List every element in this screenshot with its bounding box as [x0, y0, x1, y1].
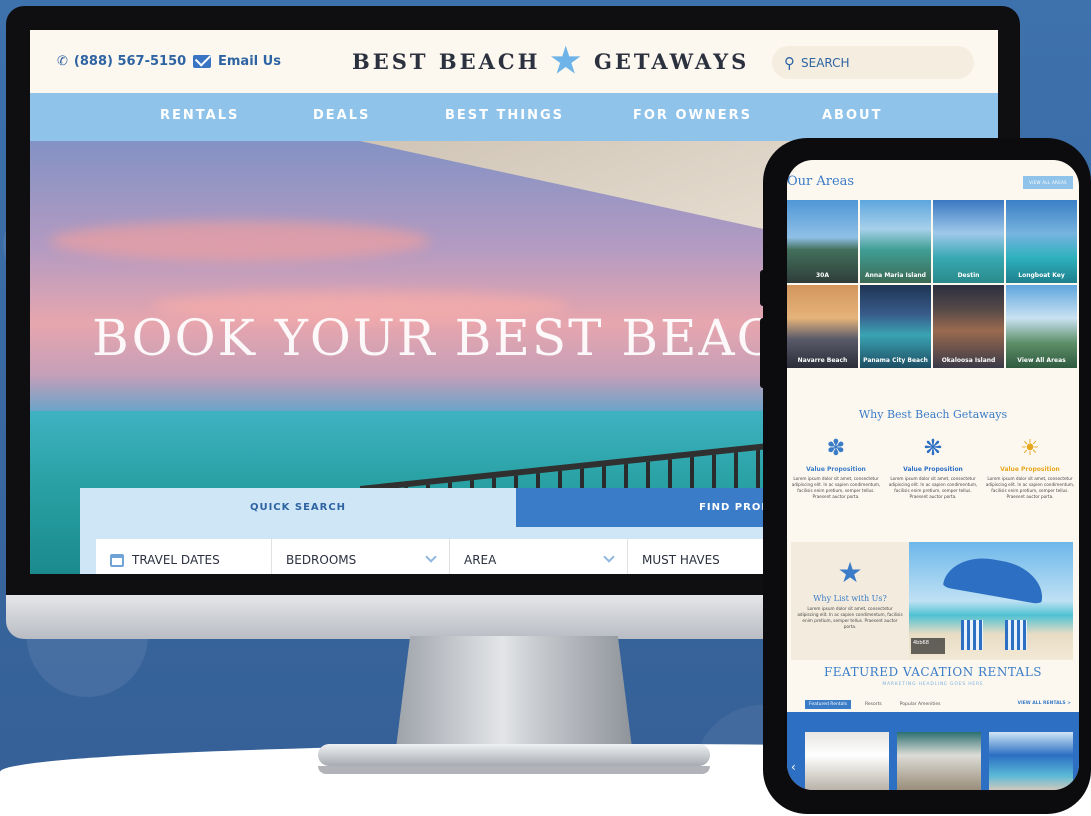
value-prop-text: Lorem ipsum dolor sit amet, consectetur … [888, 476, 978, 499]
area-tile-label: Okaloosa Island [941, 357, 996, 364]
value-prop-title: Value Proposition [806, 466, 866, 473]
tab-featured-rentals[interactable]: Featured Rentals [805, 699, 851, 709]
mobile-screen: Our Areas VIEW ALL AREAS 30A Anna Maria … [787, 160, 1079, 790]
starfish-logo-icon: ★ [550, 41, 584, 81]
chevron-left-icon[interactable]: ‹ [791, 760, 796, 774]
nav-rentals[interactable]: RENTALS [160, 108, 239, 123]
rentals-carousel: ‹ [787, 712, 1079, 790]
area-tile[interactable]: Destin [933, 200, 1004, 283]
email-link[interactable]: Email Us [193, 54, 281, 69]
bedrooms-label: BEDROOMS [286, 553, 357, 567]
tab-resorts[interactable]: Resorts [861, 700, 886, 709]
travel-dates-field[interactable]: TRAVEL DATES [96, 539, 272, 574]
crab-icon: ✽ [826, 436, 846, 461]
bedrooms-select[interactable]: BEDROOMS [272, 539, 450, 574]
area-tile-label: 30A [816, 272, 829, 279]
area-tile[interactable]: View All Areas [1006, 285, 1077, 368]
monitor-stand [396, 636, 632, 748]
areas-header: Our Areas VIEW ALL AREAS [787, 174, 1079, 194]
must-haves-label: MUST HAVES [642, 553, 720, 567]
list-with-us-title: Why List with Us? [813, 594, 887, 603]
area-select[interactable]: AREA [450, 539, 628, 574]
rental-card[interactable] [897, 732, 981, 790]
area-tile[interactable]: Navarre Beach [787, 285, 858, 368]
area-tile[interactable]: Longboat Key [1006, 200, 1077, 283]
areas-grid: 30A Anna Maria Island Destin Longboat Ke… [787, 200, 1079, 368]
area-label: AREA [464, 553, 497, 567]
main-nav: RENTALS DEALS BEST THINGS FOR OWNERS ABO… [30, 93, 998, 141]
phone-number: (888) 567-5150 [73, 54, 187, 69]
beach-photo: 4bb68 [909, 542, 1073, 660]
area-tile-label: View All Areas [1017, 357, 1066, 364]
area-tile[interactable]: Okaloosa Island [933, 285, 1004, 368]
photo-badge: 4bb68 [911, 638, 945, 654]
value-prop-title: Value Proposition [1000, 466, 1060, 473]
nav-for-owners[interactable]: FOR OWNERS [633, 108, 752, 123]
area-tile[interactable]: 30A [787, 200, 858, 283]
list-with-us-card[interactable]: ★ Why List with Us? Lorem ipsum dolor si… [791, 542, 909, 660]
umbrella-shape [942, 551, 1048, 605]
search-input[interactable] [801, 55, 951, 70]
travel-dates-label: TRAVEL DATES [132, 553, 220, 567]
area-tile[interactable]: Panama City Beach [860, 285, 931, 368]
area-tile-label: Longboat Key [1018, 272, 1065, 279]
area-tile-label: Anna Maria Island [865, 272, 926, 279]
area-tile-label: Destin [957, 272, 980, 279]
area-tile-label: Panama City Beach [863, 357, 928, 364]
calendar-icon [110, 553, 124, 567]
hero-cloud [50, 221, 430, 261]
search-icon: ⚲ [784, 53, 795, 72]
featured-tabs: Featured Rentals Resorts Popular Ameniti… [805, 698, 944, 710]
monitor-stand-shadow [318, 766, 710, 774]
phone-icon: ✆ [57, 54, 68, 69]
value-prop-text: Lorem ipsum dolor sit amet, consectetur … [791, 476, 881, 499]
tab-quick-search[interactable]: QUICK SEARCH [80, 488, 516, 527]
envelope-icon [193, 55, 211, 68]
top-bar: ✆ (888) 567-5150 Email Us BEST BEACH ★ G… [30, 30, 998, 93]
why-title: Why Best Beach Getaways [858, 408, 1008, 421]
logo-text-right: GETAWAYS [593, 48, 750, 74]
featured-subtitle: MARKETING HEADLINE GOES HERE [882, 682, 984, 687]
value-prop-title: Value Proposition [903, 466, 963, 473]
rental-card[interactable] [989, 732, 1073, 790]
sun-icon: ☀ [1020, 436, 1040, 461]
email-label: Email Us [218, 54, 281, 69]
value-prop: ❋ Value Proposition Lorem ipsum dolor si… [884, 436, 982, 500]
beach-chair [961, 620, 983, 650]
beach-chair [1005, 620, 1027, 650]
area-tile-label: Navarre Beach [797, 357, 848, 364]
value-prop: ✽ Value Proposition Lorem ipsum dolor si… [787, 436, 885, 500]
list-with-us-text: Lorem ipsum dolor sit amet, consectetur … [797, 606, 903, 629]
nav-deals[interactable]: DEALS [313, 108, 370, 123]
nav-about[interactable]: ABOUT [822, 108, 882, 123]
site-logo[interactable]: BEST BEACH ★ GETAWAYS [352, 44, 749, 78]
phone-link[interactable]: ✆ (888) 567-5150 [57, 54, 186, 69]
search-box[interactable]: ⚲ [772, 46, 974, 79]
logo-text-left: BEST BEACH [352, 48, 541, 74]
area-tile[interactable]: Anna Maria Island [860, 200, 931, 283]
featured-title: FEATURED VACATION RENTALS [823, 665, 1043, 679]
starfish-icon: ★ [837, 556, 863, 589]
view-all-rentals-link[interactable]: VIEW ALL RENTALS > [1018, 701, 1072, 706]
rental-card[interactable] [805, 732, 889, 790]
palm-leaf-icon: ❋ [923, 436, 943, 461]
monitor-stand-base [318, 744, 710, 766]
chevron-down-icon [603, 551, 615, 563]
chevron-down-icon [425, 551, 437, 563]
view-all-areas-button[interactable]: VIEW ALL AREAS [1023, 176, 1073, 189]
nav-best-things[interactable]: BEST THINGS [445, 108, 564, 123]
tab-popular-amenities[interactable]: Popular Amenities [896, 700, 945, 709]
value-prop: ☀ Value Proposition Lorem ipsum dolor si… [981, 436, 1079, 500]
value-prop-text: Lorem ipsum dolor sit amet, consectetur … [985, 476, 1075, 499]
areas-title: Our Areas [787, 174, 855, 189]
